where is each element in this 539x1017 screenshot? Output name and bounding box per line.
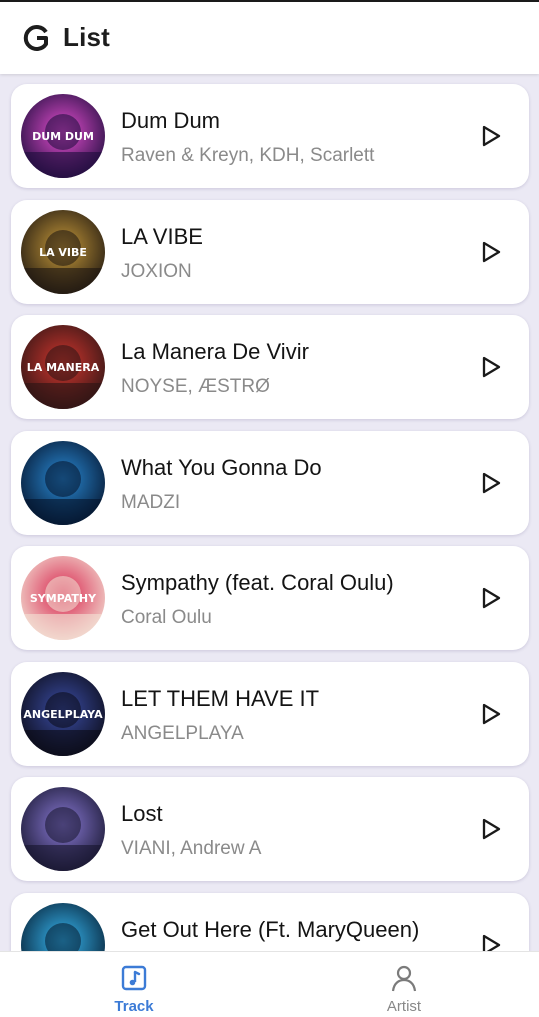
track-list[interactable]: DUM DUM Dum Dum Raven & Kreyn, KDH, Scarle… — [0, 74, 539, 951]
album-art-text: ANGELPLAYA — [23, 708, 103, 721]
track-artist: JOXION — [121, 260, 192, 282]
play-button[interactable] — [479, 586, 503, 610]
play-button[interactable] — [479, 471, 503, 495]
album-art-image — [21, 787, 105, 871]
track-title: What You Gonna Do — [121, 454, 322, 480]
play-icon — [482, 241, 501, 262]
play-icon — [482, 587, 501, 609]
album-art-text: LA MANERA — [27, 361, 100, 374]
nav-artist-tab[interactable]: Artist — [334, 952, 474, 1017]
track-card[interactable]: Lost VIANI, Andrew A — [11, 777, 529, 881]
play-button[interactable] — [479, 817, 503, 841]
track-card[interactable]: DUM DUM Dum Dum Raven & Kreyn, KDH, Scarle… — [11, 84, 529, 188]
album-art-text: DUM DUM — [32, 130, 94, 143]
track-card[interactable]: ANGELPLAYA LET THEM HAVE IT ANGELPLAYA — [11, 661, 529, 766]
track-title: Lost — [121, 801, 163, 826]
album-art-image: LA VIBE — [21, 209, 105, 294]
nav-track-label: Track — [114, 998, 154, 1015]
nav-track-tab[interactable]: Track — [64, 952, 204, 1017]
nav-artist-label: Artist — [386, 998, 422, 1015]
album-art-image — [21, 902, 105, 951]
track-artist: Raven & Kreyn, KDH, Scarlett — [121, 145, 375, 166]
album-art-image — [21, 440, 105, 525]
track-artist: Coral Oulu — [121, 607, 212, 628]
bottom-navigation: Track Artist — [0, 951, 539, 1017]
person-icon — [391, 965, 417, 992]
album-art-image: DUM DUM — [21, 94, 105, 178]
track-card[interactable]: LA MANERA La Manera De Vivir NOYSE, ÆSTRØ — [11, 315, 529, 419]
track-title: Get Out Here (Ft. MaryQueen) — [121, 916, 420, 942]
app-bar: List — [0, 2, 539, 74]
page-title: List — [63, 22, 111, 52]
album-art-text: LA VIBE — [39, 246, 87, 259]
track-title: Dum Dum — [121, 108, 221, 133]
play-icon — [482, 703, 501, 724]
album-art-image: ANGELPLAYA — [21, 671, 105, 756]
play-button[interactable] — [479, 240, 503, 264]
track-artist: NOYSE, ÆSTRØ — [121, 376, 270, 397]
track-artist: ANGELPLAYA — [121, 722, 244, 744]
play-button[interactable] — [479, 933, 503, 951]
track-card[interactable]: LA VIBE LA VIBE JOXION — [11, 199, 529, 304]
play-icon — [482, 818, 501, 840]
play-icon — [482, 934, 501, 951]
play-button[interactable] — [479, 124, 503, 148]
track-title: La Manera De Vivir — [121, 339, 309, 364]
album-art-text: SYMPATHY — [30, 592, 97, 605]
track-artist: VIANI, Andrew A — [121, 838, 262, 859]
track-card[interactable]: Get Out Here (Ft. MaryQueen) — [11, 892, 529, 951]
play-icon — [482, 356, 501, 378]
play-icon — [482, 125, 501, 147]
music-note-icon — [121, 965, 147, 991]
play-button[interactable] — [479, 702, 503, 726]
album-art-image: LA MANERA — [21, 325, 105, 409]
track-title: LA VIBE — [121, 223, 203, 249]
track-card[interactable]: What You Gonna Do MADZI — [11, 430, 529, 535]
track-title: LET THEM HAVE IT — [121, 685, 320, 711]
track-card[interactable]: SYMPATHY Sympathy (feat. Coral Oulu) Coral… — [11, 546, 529, 650]
play-icon — [482, 472, 501, 493]
track-title: Sympathy (feat. Coral Oulu) — [121, 570, 394, 595]
album-art-image: SYMPATHY — [21, 556, 105, 640]
track-artist: MADZI — [121, 491, 181, 513]
play-button[interactable] — [479, 355, 503, 379]
g-logo-icon — [23, 25, 48, 51]
